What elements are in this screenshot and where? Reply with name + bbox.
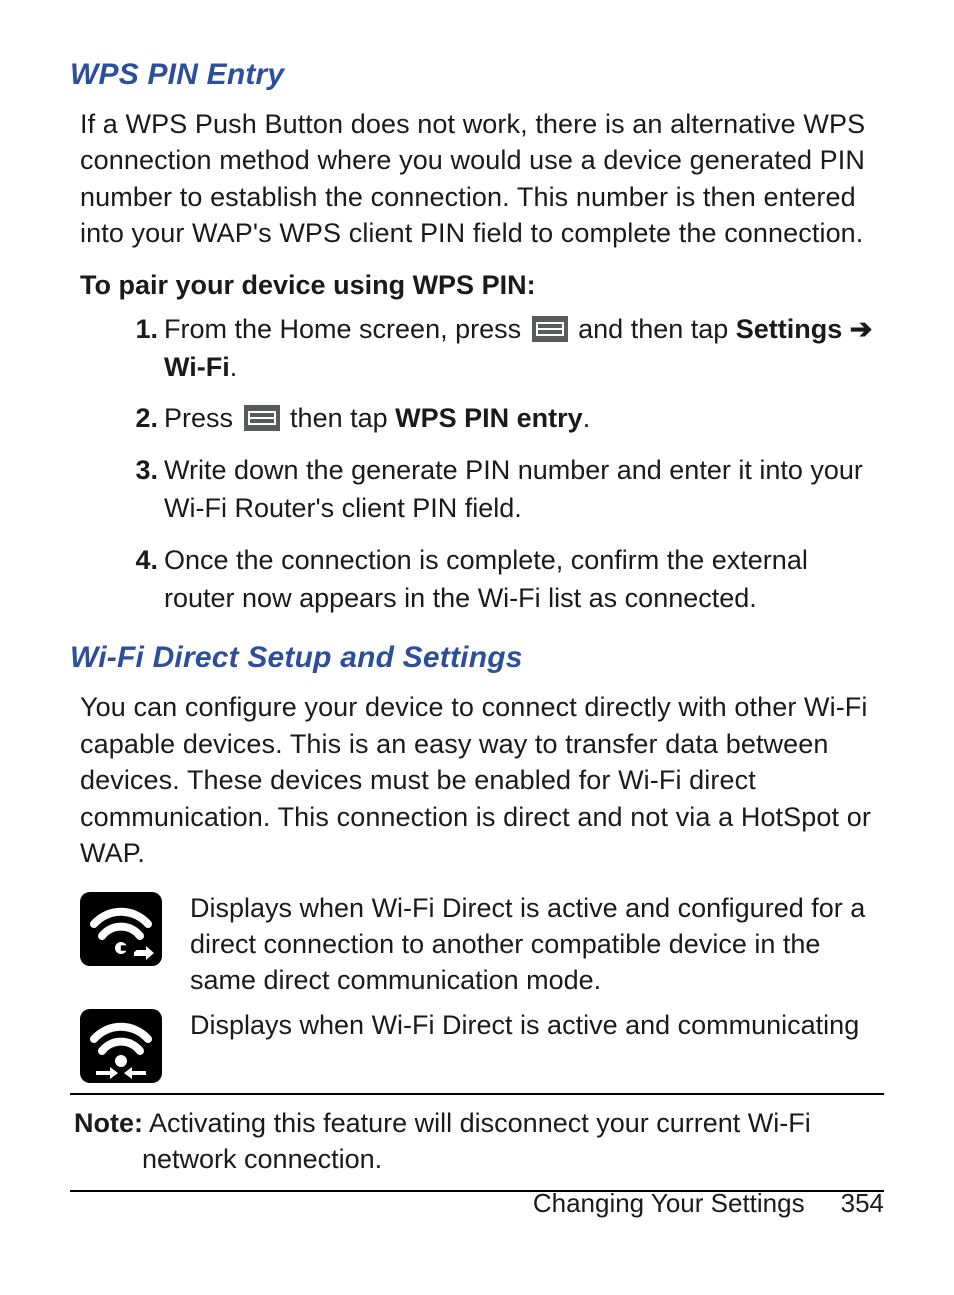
menu-icon <box>532 316 568 342</box>
wifi-direct-configured-icon <box>80 890 170 966</box>
step-1: 1. From the Home screen, press and then … <box>130 311 884 387</box>
page-footer: Changing Your Settings 354 <box>533 1188 884 1219</box>
pair-device-subheading: To pair your device using WPS PIN: <box>80 270 884 301</box>
step-number: 1. <box>118 311 158 349</box>
step-text: From the Home screen, press <box>164 314 529 344</box>
step-3: 3. Write down the generate PIN number an… <box>130 452 884 528</box>
wps-steps-list: 1. From the Home screen, press and then … <box>70 311 884 618</box>
step-number: 4. <box>118 542 158 580</box>
step-text: Once the connection is complete, confirm… <box>164 545 808 613</box>
step-4: 4. Once the connection is complete, conf… <box>130 542 884 618</box>
wifi-direct-row-2: Displays when Wi-Fi Direct is active and… <box>80 1007 884 1083</box>
footer-chapter: Changing Your Settings <box>533 1188 805 1219</box>
step-2: 2. Press then tap WPS PIN entry. <box>130 400 884 438</box>
arrow-icon: ➔ <box>842 314 872 344</box>
wifi-direct-communicating-desc: Displays when Wi-Fi Direct is active and… <box>190 1007 884 1043</box>
wifi-direct-row-1: Displays when Wi-Fi Direct is active and… <box>80 890 884 999</box>
wifi-direct-intro: You can configure your device to connect… <box>80 689 884 871</box>
note-text-line2: network connection. <box>74 1141 880 1177</box>
step-text: and then tap <box>578 314 736 344</box>
step-text: Press <box>164 403 241 433</box>
footer-page-number: 354 <box>841 1188 884 1219</box>
step-text: then tap <box>290 403 395 433</box>
wifi-direct-configured-desc: Displays when Wi-Fi Direct is active and… <box>190 890 884 999</box>
step-text: Write down the generate PIN number and e… <box>164 455 863 523</box>
wifi-direct-communicating-icon <box>80 1007 170 1083</box>
wifi-direct-heading: Wi-Fi Direct Setup and Settings <box>70 641 884 675</box>
settings-label: Settings <box>736 314 843 344</box>
step-number: 3. <box>118 452 158 490</box>
menu-icon <box>244 405 280 431</box>
wps-intro-paragraph: If a WPS Push Button does not work, ther… <box>80 106 884 252</box>
wps-pin-entry-label: WPS PIN entry <box>395 403 583 433</box>
manual-page: WPS PIN Entry If a WPS Push Button does … <box>0 0 954 1295</box>
note-label: Note: <box>74 1108 143 1138</box>
note-block: Note: Activating this feature will disco… <box>70 1093 884 1192</box>
wifi-direct-icon-table: Displays when Wi-Fi Direct is active and… <box>80 890 884 1083</box>
note-text-line1: Activating this feature will disconnect … <box>143 1108 811 1138</box>
wps-pin-entry-heading: WPS PIN Entry <box>70 58 884 92</box>
step-number: 2. <box>118 400 158 438</box>
wifi-label: Wi-Fi <box>164 352 230 382</box>
